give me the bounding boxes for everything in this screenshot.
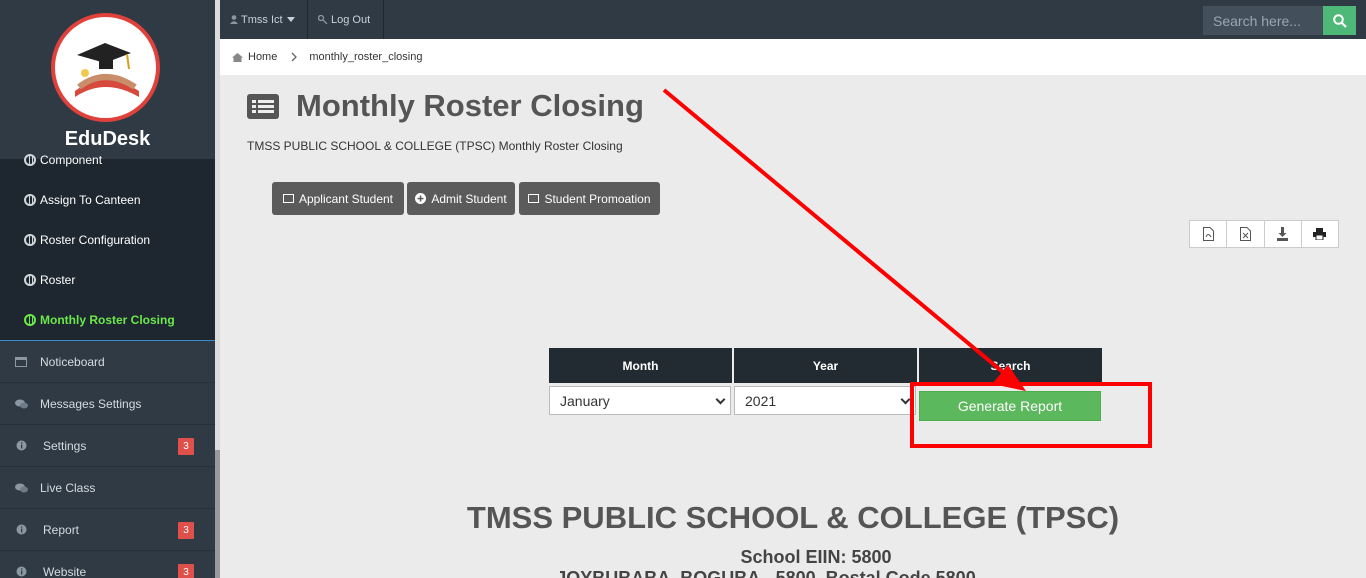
settings-count-badge: 3 xyxy=(178,438,194,455)
year-select[interactable]: 2021 xyxy=(734,386,916,415)
excel-file-icon xyxy=(1239,227,1251,241)
sub-item-roster[interactable]: Roster xyxy=(24,273,75,287)
window-icon xyxy=(14,356,28,368)
list-alt-icon xyxy=(282,194,294,203)
export-pdf-button[interactable] xyxy=(1190,221,1228,247)
brand: EduDesk xyxy=(0,0,215,159)
sidebar-item-label: Live Class xyxy=(40,480,96,495)
sub-item-component[interactable]: Component xyxy=(24,153,102,167)
sidebar-item-label: Report xyxy=(43,522,80,537)
comments-icon xyxy=(14,482,28,494)
sub-item-label: Roster Configuration xyxy=(40,233,151,247)
school-eiin: School EIIN: 5800 xyxy=(740,547,892,567)
globe-icon xyxy=(24,234,36,246)
list-alt-icon xyxy=(247,94,279,119)
user-name: Tmss Ict xyxy=(241,13,283,26)
sidebar: EduDesk Component Assign To Canteen Rost… xyxy=(0,0,220,578)
annotation-arrow-line xyxy=(662,88,1012,380)
breadcrumb-current: monthly_roster_closing xyxy=(309,51,423,63)
generate-report-button[interactable]: Generate Report xyxy=(919,391,1101,421)
sub-item-monthly-roster-closing[interactable]: Monthly Roster Closing xyxy=(24,313,175,327)
page-subtitle: TMSS PUBLIC SCHOOL & COLLEGE (TPSC) Mont… xyxy=(247,139,623,153)
student-promotion-button[interactable]: Student Promoation xyxy=(519,182,660,215)
info-icon xyxy=(14,524,28,536)
sidebar-item-label: Noticeboard xyxy=(40,354,105,369)
button-label: Student Promoation xyxy=(544,191,651,206)
sidebar-item-label: Website xyxy=(43,564,87,578)
search-header: Search xyxy=(919,348,1102,383)
sub-item-label: Assign To Canteen xyxy=(40,193,141,207)
sidebar-item-label: Messages Settings xyxy=(40,396,142,411)
info-icon xyxy=(14,566,28,578)
comments-icon xyxy=(14,398,28,410)
month-header: Month xyxy=(549,348,732,383)
breadcrumb-home[interactable]: Home xyxy=(248,51,277,63)
year-header: Year xyxy=(734,348,917,383)
sidebar-item-noticeboard[interactable]: Noticeboard xyxy=(0,341,215,383)
search-icon xyxy=(1332,13,1347,28)
month-value: January xyxy=(560,392,610,409)
button-label: Applicant Student xyxy=(298,191,394,206)
logout-link[interactable]: Log Out xyxy=(308,0,384,39)
pdf-file-icon xyxy=(1202,227,1214,241)
school-address: JOYBUBABA, BOGUBA - 5800, Bostal Code 58… xyxy=(556,568,976,578)
sub-item-label: Component xyxy=(40,153,103,167)
sidebar-item-live-class[interactable]: Live Class xyxy=(0,467,215,509)
search-input[interactable]: Search here... xyxy=(1203,6,1323,35)
sub-item-roster-configuration[interactable]: Roster Configuration xyxy=(24,233,150,247)
chevron-down-icon xyxy=(900,394,911,405)
print-button[interactable] xyxy=(1302,221,1338,247)
chevron-right-icon xyxy=(291,52,298,62)
year-value: 2021 xyxy=(745,392,777,409)
plus-circle-icon xyxy=(415,193,427,204)
sidebar-item-label: Settings xyxy=(43,438,87,453)
sub-item-label: Roster xyxy=(40,273,76,287)
home-icon xyxy=(232,52,243,62)
search-placeholder: Search here... xyxy=(1213,12,1301,29)
report-count-badge: 3 xyxy=(178,522,194,539)
print-icon xyxy=(1313,228,1327,240)
applicant-student-button[interactable]: Applicant Student xyxy=(272,182,404,215)
topbar: Tmss Ict Log Out Search here... xyxy=(220,0,1366,39)
info-icon xyxy=(14,440,28,452)
export-excel-button[interactable] xyxy=(1227,221,1265,247)
page-title: Monthly Roster Closing xyxy=(296,88,644,123)
breadcrumb: Home monthly_roster_closing xyxy=(220,39,1366,75)
globe-icon xyxy=(24,274,36,286)
search-button[interactable] xyxy=(1323,6,1356,35)
list-alt-icon xyxy=(528,194,540,203)
button-label: Admit Student xyxy=(431,191,507,206)
globe-icon xyxy=(24,154,36,166)
chevron-down-icon xyxy=(715,394,726,405)
logout-label: Log Out xyxy=(331,13,371,26)
sub-item-assign-to-canteen[interactable]: Assign To Canteen xyxy=(24,193,141,207)
school-logo xyxy=(51,13,160,122)
user-icon xyxy=(230,15,238,24)
website-count-badge: 3 xyxy=(178,564,194,578)
key-icon xyxy=(318,15,328,24)
caret-down-icon xyxy=(286,17,295,22)
sidebar-item-settings[interactable]: Settings 3 xyxy=(0,425,215,467)
download-icon xyxy=(1277,227,1289,241)
month-select[interactable]: January xyxy=(549,386,731,415)
user-menu[interactable]: Tmss Ict xyxy=(220,0,308,39)
export-download-button[interactable] xyxy=(1265,221,1302,247)
sidebar-item-messages-settings[interactable]: Messages Settings xyxy=(0,383,215,425)
sub-menu: Component Assign To Canteen Roster Confi… xyxy=(0,153,215,341)
sidebar-item-report[interactable]: Report 3 xyxy=(0,509,215,551)
globe-icon xyxy=(24,314,36,326)
globe-icon xyxy=(24,194,36,206)
school-name: TMSS PUBLIC SCHOOL & COLLEGE (TPSC) xyxy=(466,500,1120,535)
brand-name: EduDesk xyxy=(64,128,151,150)
sub-item-label: Monthly Roster Closing xyxy=(40,313,175,327)
sidebar-item-website[interactable]: Website 3 xyxy=(0,551,215,578)
export-toolbar xyxy=(1189,220,1339,248)
admit-student-button[interactable]: Admit Student xyxy=(407,182,515,215)
